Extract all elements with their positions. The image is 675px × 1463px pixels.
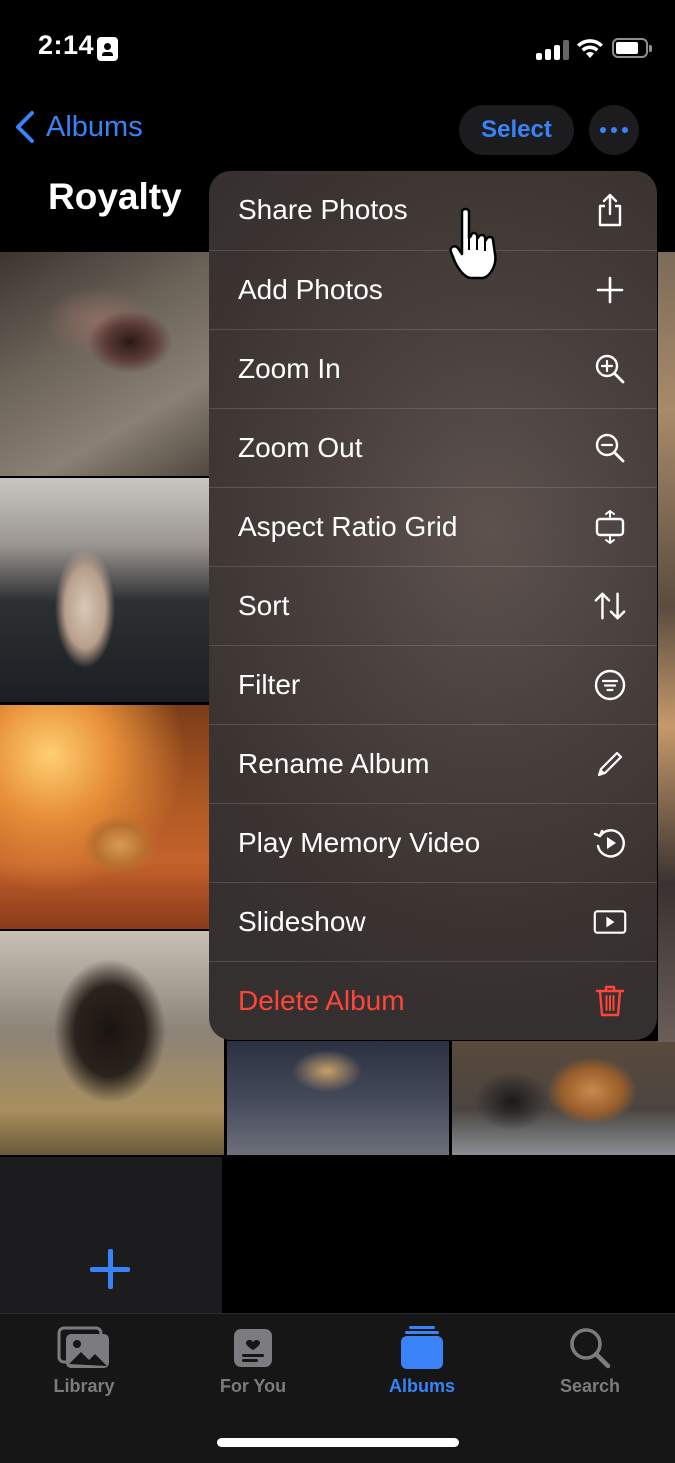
zoom-in-icon <box>593 352 627 386</box>
aspect-ratio-icon <box>593 509 627 544</box>
menu-item-zoom-out[interactable]: Zoom Out <box>209 408 657 486</box>
page-title: Royalty <box>48 176 182 217</box>
tab-library[interactable]: Library <box>24 1326 144 1397</box>
menu-item-label: Sort <box>238 589 290 621</box>
photo-library-icon <box>57 1326 109 1368</box>
sort-arrows-icon <box>593 589 627 623</box>
plus-icon <box>593 273 627 307</box>
photo-thumbnail[interactable] <box>0 705 224 929</box>
back-button-label: Albums <box>46 110 143 143</box>
menu-item-slideshow[interactable]: Slideshow <box>209 882 657 960</box>
for-you-icon <box>234 1329 272 1367</box>
filter-icon <box>593 668 627 702</box>
albums-icon <box>401 1326 443 1369</box>
trash-icon <box>593 984 627 1018</box>
photo-thumbnail[interactable] <box>452 1041 675 1155</box>
menu-item-delete-album[interactable]: Delete Album <box>209 961 657 1039</box>
photo-thumbnail[interactable] <box>0 931 224 1155</box>
memory-video-icon <box>593 826 627 860</box>
photo-thumbnail[interactable] <box>227 1041 449 1155</box>
tab-for-you[interactable]: For You <box>193 1326 313 1397</box>
menu-item-label: Zoom Out <box>238 431 363 463</box>
menu-item-play-memory-video[interactable]: Play Memory Video <box>209 803 657 881</box>
menu-item-label: Rename Album <box>238 747 430 779</box>
menu-item-aspect-ratio-grid[interactable]: Aspect Ratio Grid <box>209 487 657 565</box>
more-options-button[interactable] <box>589 105 639 155</box>
menu-item-label: Share Photos <box>238 194 408 225</box>
menu-item-label: Add Photos <box>238 273 383 305</box>
menu-item-filter[interactable]: Filter <box>209 645 657 723</box>
back-button[interactable]: Albums <box>14 110 143 144</box>
plus-icon[interactable] <box>89 1248 131 1290</box>
menu-item-zoom-in[interactable]: Zoom In <box>209 329 657 407</box>
menu-item-rename-album[interactable]: Rename Album <box>209 724 657 802</box>
zoom-out-icon <box>593 431 627 465</box>
menu-item-sort[interactable]: Sort <box>209 566 657 644</box>
select-button[interactable]: Select <box>459 105 574 155</box>
album-options-menu: Share Photos Add Photos Zoom In Zoom Out… <box>209 171 657 1040</box>
menu-item-label: Aspect Ratio Grid <box>238 510 458 542</box>
menu-item-label: Zoom In <box>238 352 341 384</box>
tab-label: Search <box>559 1376 621 1396</box>
tab-albums[interactable]: Albums <box>362 1326 482 1397</box>
menu-item-label: Delete Album <box>238 984 405 1016</box>
photo-thumbnail[interactable] <box>658 252 675 1042</box>
menu-item-add-photos[interactable]: Add Photos <box>209 250 657 328</box>
menu-item-label: Filter <box>238 668 301 700</box>
search-icon <box>570 1328 611 1369</box>
battery-icon <box>612 38 652 58</box>
tab-label: For You <box>219 1376 287 1396</box>
play-rectangle-icon <box>593 905 627 939</box>
tab-search[interactable]: Search <box>530 1326 650 1397</box>
hand-pointer-cursor-icon <box>449 207 497 280</box>
tab-label: Library <box>53 1376 115 1396</box>
cellular-signal-icon <box>536 40 570 60</box>
chevron-left-icon <box>16 111 34 143</box>
menu-item-label: Slideshow <box>238 905 366 937</box>
menu-item-label: Play Memory Video <box>238 826 481 858</box>
home-indicator[interactable] <box>217 1438 459 1447</box>
photo-thumbnail[interactable] <box>0 252 224 476</box>
status-time: 2:14 <box>38 30 95 60</box>
pencil-icon <box>593 747 627 781</box>
photo-thumbnail[interactable] <box>0 478 224 702</box>
tab-label: Albums <box>388 1376 455 1396</box>
contact-badge-icon <box>97 37 118 61</box>
ellipsis-icon <box>600 127 606 133</box>
wifi-icon <box>577 39 603 58</box>
share-icon <box>593 193 627 227</box>
menu-item-share-photos[interactable]: Share Photos <box>209 171 657 249</box>
